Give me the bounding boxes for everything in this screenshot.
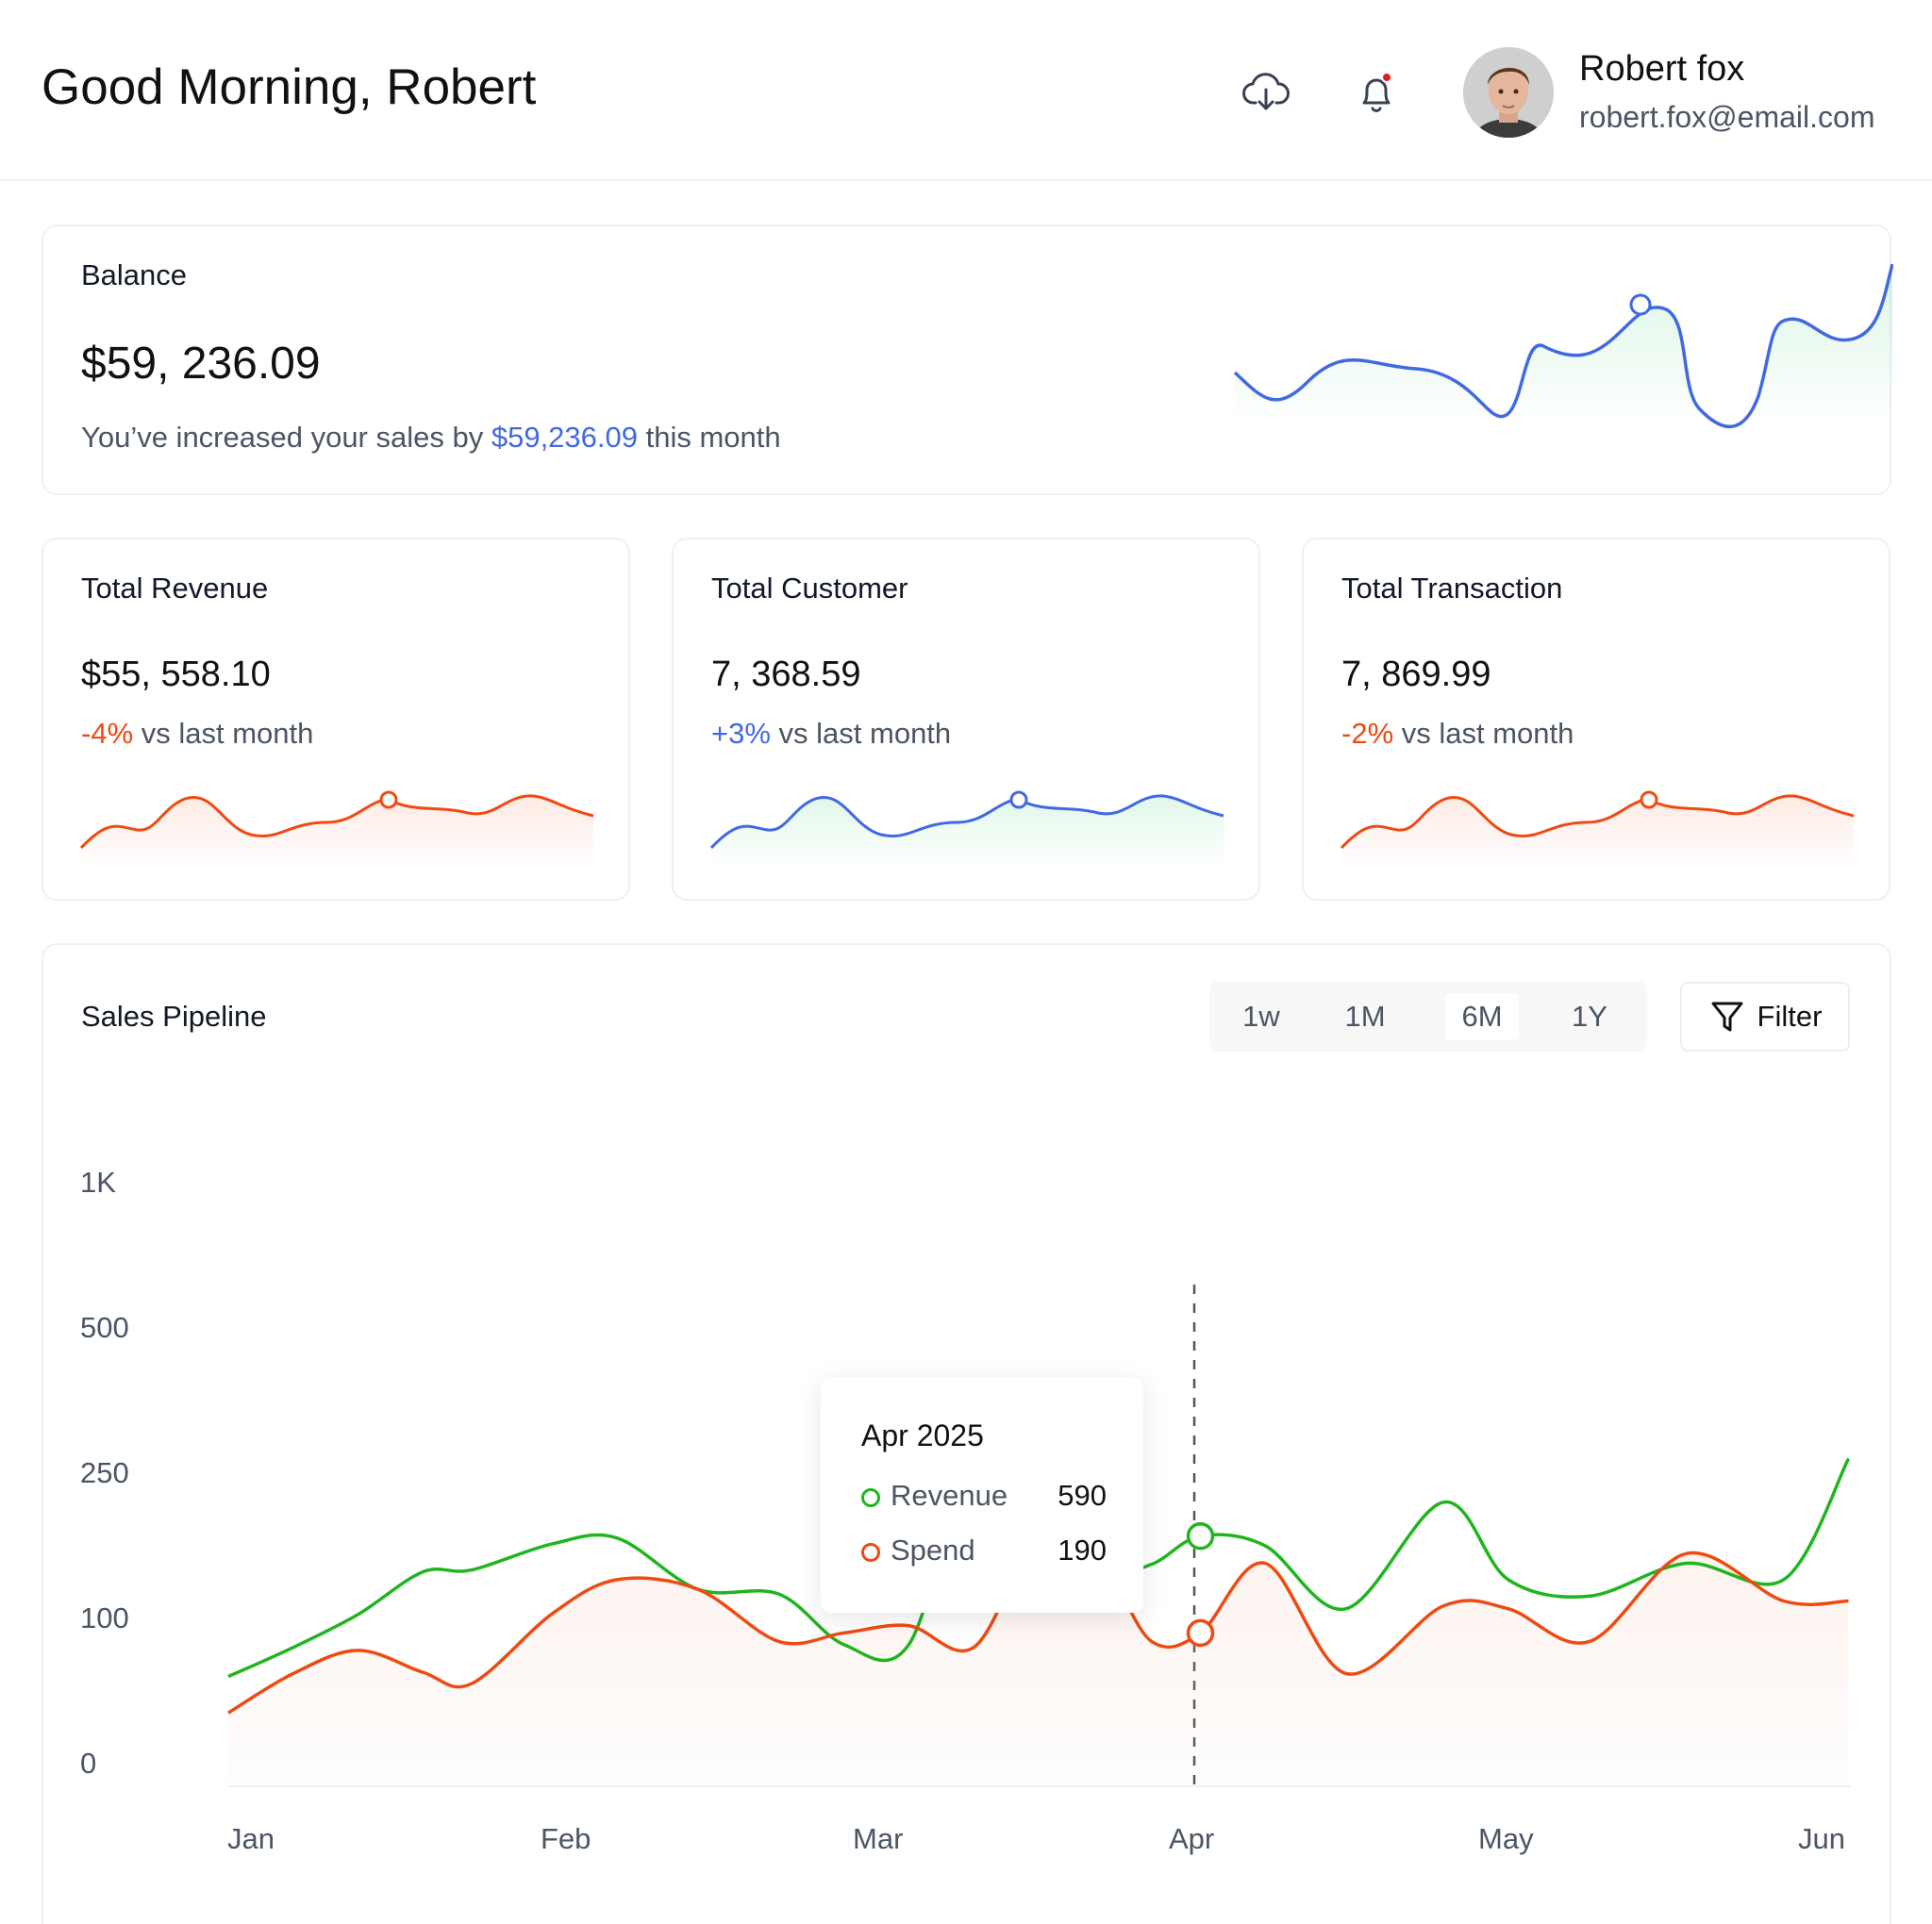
tooltip-label: Revenue [891, 1479, 1008, 1512]
revenue-legend-dot [861, 1488, 880, 1507]
spend-legend-dot [861, 1543, 880, 1562]
revenue-highlight-marker[interactable] [1186, 1521, 1215, 1551]
spend-highlight-marker[interactable] [1186, 1618, 1215, 1648]
tooltip-value: 590 [1058, 1479, 1107, 1512]
tooltip-title: Apr 2025 [861, 1418, 984, 1452]
tooltip-row-revenue: Revenue 590 [861, 1479, 1107, 1517]
chart-tooltip: Apr 2025 Revenue 590 Spend 190 [821, 1377, 1143, 1613]
tooltip-label: Spend [891, 1534, 975, 1567]
tooltip-row-spend: Spend 190 [861, 1534, 1107, 1571]
tooltip-value: 190 [1058, 1534, 1107, 1567]
